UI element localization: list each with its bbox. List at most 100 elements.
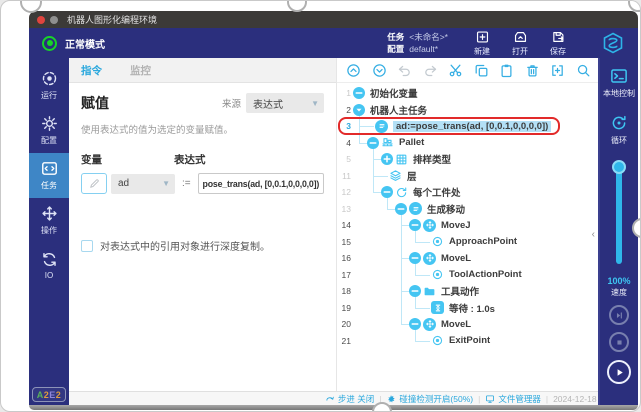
stop-icon — [614, 337, 625, 348]
new-button[interactable]: 新建 — [474, 30, 490, 57]
close-button[interactable] — [37, 16, 45, 24]
play-button[interactable] — [607, 360, 631, 384]
wait-icon — [431, 301, 444, 314]
cut-icon[interactable] — [448, 63, 463, 78]
minimize-button[interactable] — [50, 16, 58, 24]
tree-row-label: MoveJ — [441, 220, 471, 231]
collapse-all-icon[interactable] — [346, 63, 361, 78]
variable-select[interactable]: ad ▼ — [111, 174, 175, 194]
status-label: 文件管理器 — [498, 393, 541, 405]
window-title: 机器人图形化编程环境 — [67, 13, 157, 26]
status-collision-check[interactable]: 碰撞检测开启(50%) — [386, 393, 473, 405]
line-number: 16 — [337, 250, 351, 267]
open-button[interactable]: 打开 — [512, 30, 528, 57]
assign-icon — [375, 120, 388, 133]
tree-row[interactable]: Pallet — [353, 135, 598, 152]
tree-row-label: ExitPoint — [449, 335, 490, 346]
toggle-minus-icon[interactable] — [395, 203, 407, 215]
tree-row[interactable]: ExitPoint — [353, 333, 598, 350]
toggle-minus-icon[interactable] — [367, 137, 379, 149]
paste-icon[interactable] — [499, 63, 514, 78]
copy-icon[interactable] — [474, 63, 489, 78]
status-label: 碰撞检测开启(50%) — [399, 393, 473, 405]
line-number: 15 — [337, 234, 351, 251]
status-bar: 步进 关闭|碰撞检测开启(50%)|文件管理器|2024-12-18 09:55… — [69, 391, 638, 405]
tree-row[interactable]: 等待 : 1.0s — [353, 300, 598, 317]
tree-row[interactable]: ToolActionPoint — [353, 267, 598, 284]
toggle-down-icon[interactable] — [353, 104, 365, 116]
line-number: 3 — [337, 118, 351, 135]
tree-row[interactable]: 机器人主任务 — [353, 102, 598, 119]
tree-row[interactable]: ad:=pose_trans(ad, [0,0.1,0,0,0,0]) — [353, 118, 598, 135]
status-file-manager[interactable]: 文件管理器 — [485, 393, 541, 405]
line-number: 1 — [337, 85, 351, 102]
speed-label: 速度 — [611, 287, 627, 298]
toggle-minus-icon[interactable] — [409, 219, 421, 231]
tree-row[interactable]: 排样类型 — [353, 151, 598, 168]
tree-row[interactable]: 初始化变量 — [353, 85, 598, 102]
collision-icon — [386, 394, 396, 404]
sidebar-item-run[interactable]: 运行 — [29, 63, 69, 108]
toggle-plus-icon[interactable] — [381, 153, 393, 165]
tree-row[interactable]: 层 — [353, 168, 598, 185]
tree-row-label: 等待 : 1.0s — [449, 301, 495, 315]
toggle-minus-icon[interactable] — [381, 186, 393, 198]
tree-row[interactable]: MoveL — [353, 316, 598, 333]
local-control-button[interactable]: 本地控制 — [603, 67, 635, 99]
sidebar-item-label: 配置 — [41, 135, 57, 146]
sidebar-item-config[interactable]: 配置 — [29, 108, 69, 153]
open-label: 打开 — [512, 46, 528, 57]
expand-all-icon[interactable] — [372, 63, 387, 78]
redo-icon — [423, 63, 438, 78]
code-icon — [41, 160, 58, 177]
tree-row-label: Pallet — [399, 137, 424, 148]
toggle-minus-icon[interactable] — [409, 252, 421, 264]
delete-icon[interactable] — [525, 63, 540, 78]
variable-select-value: ad — [118, 178, 129, 189]
sidebar-item-io[interactable]: IO — [29, 243, 69, 288]
tree-row-label: ApproachPoint — [449, 236, 517, 247]
toggle-minus-icon[interactable] — [353, 87, 365, 99]
line-number: 13 — [337, 201, 351, 218]
loop-button[interactable]: 循环 — [610, 114, 628, 146]
sidebar-item-task[interactable]: 任务 — [29, 153, 69, 198]
source-select[interactable]: 表达式 ▼ — [246, 93, 324, 113]
tree-row[interactable]: MoveJ — [353, 217, 598, 234]
normal-mode-indicator-icon — [42, 36, 57, 51]
tree-rows: 初始化变量机器人主任务ad:=pose_trans(ad, [0,0.1,0,0… — [353, 85, 598, 349]
expression-input[interactable]: pose_trans(ad, [0,0.1,0,0,0,0]) — [198, 173, 324, 194]
move-icon — [423, 318, 436, 331]
tab-instruction[interactable]: 指令 — [81, 63, 102, 78]
instruction-description: 使用表达式的值为选定的变量赋值。 — [81, 122, 324, 136]
config-label: 配置 — [387, 44, 404, 54]
pallet-icon — [381, 136, 394, 149]
search-icon[interactable] — [576, 63, 591, 78]
panels-row: 指令监控 赋值 来源 表达式 ▼ — [69, 58, 638, 391]
tree-row[interactable]: MoveL — [353, 250, 598, 267]
badge-letter: 2 — [56, 390, 62, 400]
tree-row[interactable]: ApproachPoint — [353, 234, 598, 251]
tree-row[interactable]: 生成移动 — [353, 201, 598, 218]
status-label: 步进 关闭 — [338, 393, 374, 405]
new-icon — [475, 30, 490, 44]
task-label: 任务 — [387, 32, 404, 42]
toggle-minus-icon[interactable] — [409, 318, 421, 330]
tab-monitor[interactable]: 监控 — [130, 63, 151, 78]
tree-row[interactable]: 每个工件处 — [353, 184, 598, 201]
speed-slider[interactable] — [615, 160, 623, 268]
deep-copy-checkbox[interactable] — [81, 240, 93, 252]
status-step-mode[interactable]: 步进 关闭 — [325, 393, 374, 405]
run-icon — [41, 70, 58, 87]
sidebar-item-operate[interactable]: 操作 — [29, 198, 69, 243]
tree-row-label: 每个工件处 — [413, 185, 461, 199]
toggle-minus-icon[interactable] — [409, 285, 421, 297]
status-separator: | — [546, 394, 548, 404]
speed-slider-knob[interactable] — [612, 160, 626, 174]
tree-row[interactable]: 工具动作 — [353, 283, 598, 300]
edit-variable-button[interactable] — [81, 173, 107, 194]
gear-icon — [41, 115, 58, 132]
line-number: 2 — [337, 102, 351, 119]
middle-area: 指令监控 赋值 来源 表达式 ▼ — [69, 58, 638, 405]
insert-icon[interactable] — [550, 63, 565, 78]
save-button[interactable]: 保存 — [550, 30, 566, 57]
